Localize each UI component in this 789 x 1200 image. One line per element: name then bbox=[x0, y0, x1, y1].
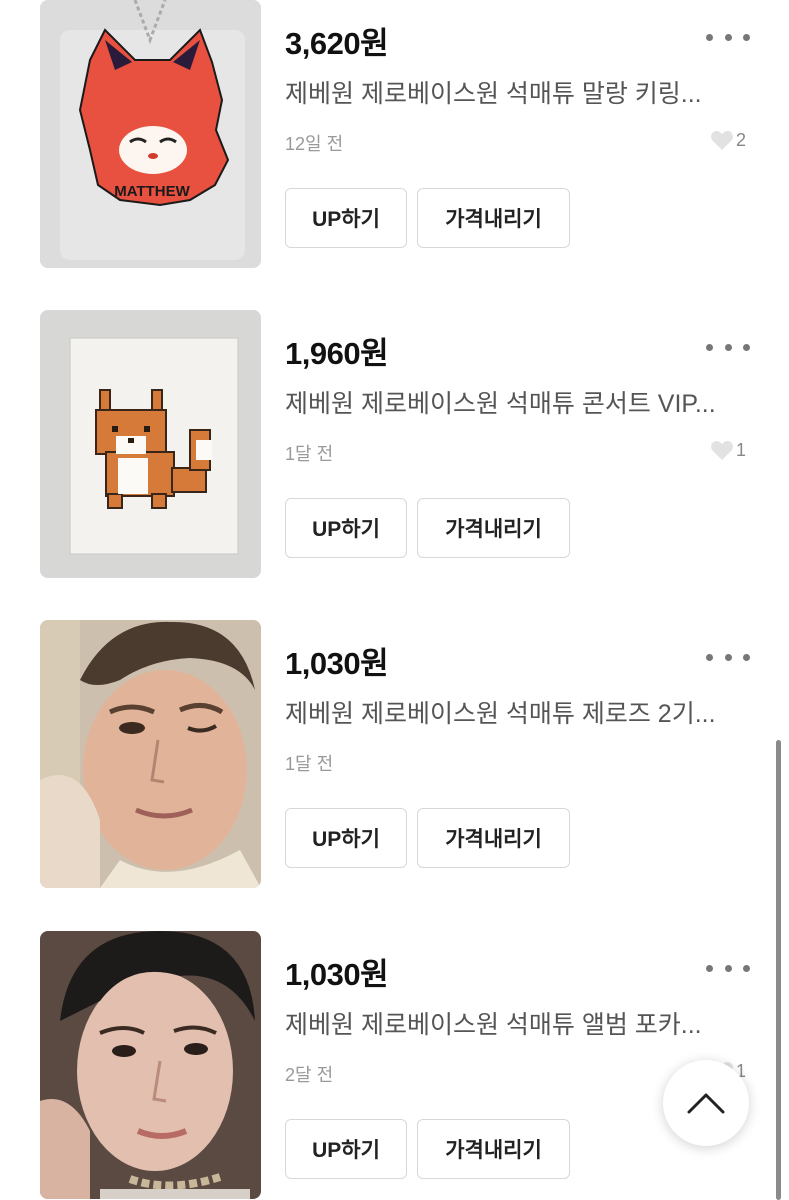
product-thumbnail[interactable] bbox=[40, 931, 261, 1199]
like-count-value: 1 bbox=[736, 439, 747, 460]
product-title[interactable]: 제베원 제로베이스원 석매튜 콘서트 VIP... bbox=[285, 384, 735, 420]
product-item[interactable]: MATTHEW 3,620원 제베원 제로베이스원 석매튜 말랑 키링... 1… bbox=[0, 0, 789, 270]
price-down-button[interactable]: 가격내리기 bbox=[417, 808, 570, 868]
up-button[interactable]: UP하기 bbox=[285, 188, 407, 248]
posted-time: 2달 전 bbox=[285, 1065, 334, 1085]
scroll-to-top-button[interactable] bbox=[663, 1060, 749, 1146]
product-title[interactable]: 제베원 제로베이스원 석매튜 말랑 키링... bbox=[285, 74, 735, 110]
product-price: 1,030원 bbox=[285, 957, 389, 992]
price-down-button[interactable]: 가격내리기 bbox=[417, 188, 570, 248]
scrollbar[interactable] bbox=[776, 740, 781, 1200]
price-down-button[interactable]: 가격내리기 bbox=[417, 498, 570, 558]
up-button[interactable]: UP하기 bbox=[285, 808, 407, 868]
product-list: MATTHEW 3,620원 제베원 제로베이스원 석매튜 말랑 키링... 1… bbox=[0, 0, 789, 1200]
product-thumbnail[interactable]: MATTHEW bbox=[40, 0, 261, 268]
product-price: 3,620원 bbox=[285, 26, 389, 61]
product-title[interactable]: 제베원 제로베이스원 석매튜 제로즈 2기... bbox=[285, 694, 735, 730]
like-count: 1 bbox=[710, 439, 746, 461]
product-thumbnail[interactable] bbox=[40, 620, 261, 888]
heart-icon bbox=[711, 441, 733, 460]
more-dots-icon[interactable] bbox=[706, 26, 750, 48]
heart-icon bbox=[711, 131, 733, 150]
up-button[interactable]: UP하기 bbox=[285, 1119, 407, 1179]
posted-time: 1달 전 bbox=[285, 444, 334, 464]
product-item[interactable]: 1,030원 제베원 제로베이스원 석매튜 앨범 포카... 2달 전 1 UP… bbox=[0, 931, 789, 1200]
posted-time: 12일 전 bbox=[285, 134, 344, 154]
product-price: 1,030원 bbox=[285, 646, 389, 681]
product-thumbnail[interactable] bbox=[40, 310, 261, 578]
chevron-up-icon bbox=[687, 1093, 725, 1114]
product-item[interactable]: 1,960원 제베원 제로베이스원 석매튜 콘서트 VIP... 1달 전 1 … bbox=[0, 310, 789, 580]
up-button[interactable]: UP하기 bbox=[285, 498, 407, 558]
price-down-button[interactable]: 가격내리기 bbox=[417, 1119, 570, 1179]
like-count-value: 2 bbox=[736, 129, 747, 150]
more-dots-icon[interactable] bbox=[706, 336, 750, 358]
posted-time: 1달 전 bbox=[285, 754, 334, 774]
keyring-text: MATTHEW bbox=[114, 183, 190, 200]
product-price: 1,960원 bbox=[285, 336, 389, 371]
more-dots-icon[interactable] bbox=[706, 646, 750, 668]
like-count: 2 bbox=[710, 129, 746, 151]
product-title[interactable]: 제베원 제로베이스원 석매튜 앨범 포카... bbox=[285, 1005, 735, 1041]
more-dots-icon[interactable] bbox=[706, 957, 750, 979]
product-item[interactable]: 1,030원 제베원 제로베이스원 석매튜 제로즈 2기... 1달 전 UP하… bbox=[0, 620, 789, 890]
